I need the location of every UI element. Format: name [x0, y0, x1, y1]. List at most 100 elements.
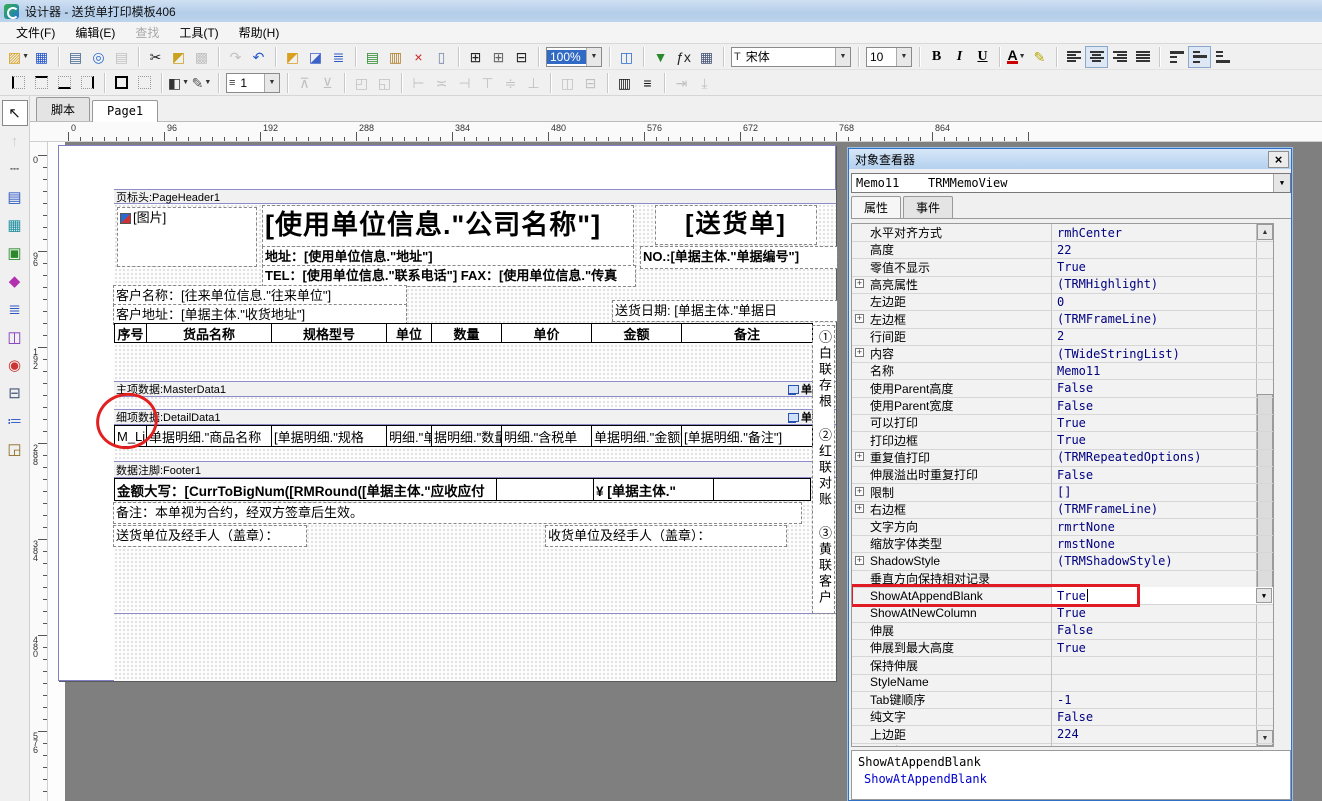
property-row-ShadowStyle[interactable]: +ShadowStyle(TRMShadowStyle) [852, 553, 1273, 571]
new-report-button[interactable]: ▤ [361, 46, 384, 68]
doc-title-memo[interactable]: [送货单] [656, 206, 816, 244]
property-value[interactable] [1052, 657, 1273, 675]
fill-color-button[interactable]: ◧▼ [167, 72, 190, 94]
property-value[interactable]: 22 [1052, 241, 1273, 259]
expand-plus-icon[interactable]: + [855, 487, 864, 496]
menu-item-2[interactable]: 编辑(E) [65, 22, 125, 43]
band-detaildata[interactable]: 细项数据:DetailData1 单据明 [114, 409, 836, 425]
bring-to-front-button[interactable]: ◩ [281, 46, 304, 68]
cell-3[interactable]: [单据明细."规格 [272, 426, 387, 446]
property-row-伸展[interactable]: 伸展False [852, 622, 1273, 640]
property-row-伸展到最大高度[interactable]: 伸展到最大高度True [852, 639, 1273, 657]
frame-all-button[interactable] [110, 72, 133, 94]
bold-button[interactable]: B [925, 46, 948, 68]
property-value[interactable]: (TRMFrameLine) [1052, 311, 1273, 329]
property-row-高度[interactable]: 高度22 [852, 241, 1273, 259]
menu-item-4[interactable]: 工具(T) [169, 22, 228, 43]
align-left-button[interactable] [1062, 46, 1085, 68]
property-row-名称[interactable]: 名称Memo11 [852, 362, 1273, 380]
richtext-tool[interactable]: ≣ [2, 296, 28, 322]
header-cell-8[interactable]: 备注 [682, 324, 812, 342]
property-row-高亮属性[interactable]: +高亮属性(TRMHighlight) [852, 276, 1273, 294]
frame-top-button[interactable] [30, 72, 53, 94]
property-value[interactable]: (TRMShadowStyle) [1052, 553, 1273, 571]
menu-item-5[interactable]: 帮助(H) [229, 22, 290, 43]
property-row-水平对齐方式[interactable]: 水平对齐方式rmhCenter [852, 224, 1273, 242]
property-row-StyleName[interactable]: StyleName [852, 674, 1273, 692]
chevron-down-icon[interactable]: ▼ [22, 53, 29, 60]
property-row-缩放字体类型[interactable]: 缩放字体类型rmstNone [852, 535, 1273, 553]
expression-fx-button[interactable]: ƒx [672, 46, 695, 68]
chevron-down-icon[interactable]: ▼ [1273, 174, 1290, 192]
property-row-行间距[interactable]: 行间距2 [852, 328, 1273, 346]
variables-button[interactable]: ▦ [695, 46, 718, 68]
property-value[interactable]: True▼ [1052, 587, 1273, 605]
align-justify-button[interactable] [1131, 46, 1154, 68]
undo-button[interactable]: ↶ [247, 46, 270, 68]
property-row-打印边框[interactable]: 打印边框True [852, 432, 1273, 450]
chevron-down-icon[interactable]: ▼ [264, 74, 279, 92]
line-color-button[interactable]: ✎▼ [190, 72, 213, 94]
property-value[interactable] [1052, 674, 1273, 692]
valign-bottom-button[interactable] [1211, 46, 1234, 68]
amount-cell-2[interactable] [497, 479, 594, 500]
cell-6[interactable]: 明细."含税单 [502, 426, 592, 446]
header-cell-2[interactable]: 货品名称 [147, 324, 272, 342]
print-button[interactable]: ▤ [64, 46, 87, 68]
cell-4[interactable]: 明细."单 [387, 426, 432, 446]
object-selector-combo[interactable]: Memo11 TRMMemoView ▼ [851, 173, 1291, 193]
property-row-ShowAtNewColumn[interactable]: ShowAtNewColumnTrue [852, 605, 1273, 623]
inspector-tab-properties[interactable]: 属性 [851, 196, 901, 218]
report-page[interactable]: 页标头:PageHeader1 [图片] [使用单位信息."公司名称"] 地址：… [58, 145, 836, 681]
amount-cell-1[interactable]: 金额大写：[CurrToBigNum([RMRound([单据主体."应收应付 [115, 479, 497, 500]
menu-item-1[interactable]: 文件(F) [6, 22, 65, 43]
center-in-band-h-button[interactable]: ▥ [613, 72, 636, 94]
telfax-memo[interactable]: TEL：[使用单位信息."联系电话"] FAX：[使用单位信息."传真 [263, 266, 635, 286]
subreport-tool[interactable]: ◫ [2, 324, 28, 350]
barcode-tool[interactable]: ⊟ [2, 380, 28, 406]
property-row-左边距[interactable]: 左边距0 [852, 293, 1273, 311]
property-row-使用Parent宽度[interactable]: 使用Parent宽度False [852, 397, 1273, 415]
header-cell-3[interactable]: 规格型号 [272, 324, 387, 342]
inspector-title-bar[interactable]: 对象查看器 × [849, 149, 1291, 169]
header-cell-7[interactable]: 金额 [592, 324, 682, 342]
property-value[interactable]: False [1052, 708, 1273, 726]
property-value[interactable]: -1 [1052, 691, 1273, 709]
property-value[interactable]: (TRMFrameLine) [1052, 501, 1273, 519]
copy-button[interactable]: ◩ [167, 46, 190, 68]
chevron-down-icon[interactable]: ▼ [896, 48, 911, 66]
expand-plus-icon[interactable]: + [855, 452, 864, 461]
cell-8[interactable]: [单据明细."备注"] [682, 426, 812, 446]
table-header-row[interactable]: 序号货品名称规格型号单位数量单价金额备注 [114, 323, 813, 343]
blank-page-button[interactable]: ▯ [430, 46, 453, 68]
receiver-stamp-memo[interactable]: 收货单位及经手人（盖章）： [546, 526, 786, 546]
zoom-combo[interactable]: 100%▼ [546, 47, 602, 67]
page-columns-button[interactable]: ⊟ [510, 46, 533, 68]
font-name-combo[interactable]: T宋体▼ [731, 47, 851, 67]
detail-lines-tool[interactable]: ≔ [2, 408, 28, 434]
new-page-button[interactable]: ▥ [384, 46, 407, 68]
property-value[interactable]: False [1052, 380, 1273, 398]
picture-tool[interactable]: ▣ [2, 240, 28, 266]
header-cell-1[interactable]: 序号 [115, 324, 147, 342]
chevron-down-icon[interactable]: ▼ [204, 79, 211, 86]
title-bar[interactable]: 设计器 - 送货单打印模板406 [0, 0, 1322, 22]
italic-button[interactable]: I [948, 46, 971, 68]
property-value[interactable]: [] [1052, 484, 1273, 502]
tab-page1[interactable]: Page1 [92, 100, 158, 122]
expand-plus-icon[interactable]: + [855, 746, 864, 747]
object-inspector-window[interactable]: 对象查看器 × Memo11 TRMMemoView ▼ 属性事件 ▲ ▼ 水平… [848, 148, 1292, 801]
rotated-text-tool[interactable]: ◲ [2, 436, 28, 462]
amount-in-words-row[interactable]: 金额大写：[CurrToBigNum([RMRound([单据主体."应收应付¥… [114, 478, 811, 501]
property-value[interactable]: (TRMRepeatedOptions) [1052, 449, 1273, 467]
property-value[interactable]: 224 [1052, 726, 1273, 744]
tab-script[interactable]: 脚本 [36, 97, 90, 121]
header-cell-4[interactable]: 单位 [387, 324, 432, 342]
cell-7[interactable]: 单据明细."金额" [592, 426, 682, 446]
header-cell-6[interactable]: 单价 [502, 324, 592, 342]
frame-left-button[interactable] [7, 72, 30, 94]
underline-button[interactable]: U [971, 46, 994, 68]
data-dictionary-button[interactable]: ▼ [649, 46, 672, 68]
property-value[interactable]: False [1052, 466, 1273, 484]
picture-object[interactable]: [图片] [118, 208, 256, 266]
